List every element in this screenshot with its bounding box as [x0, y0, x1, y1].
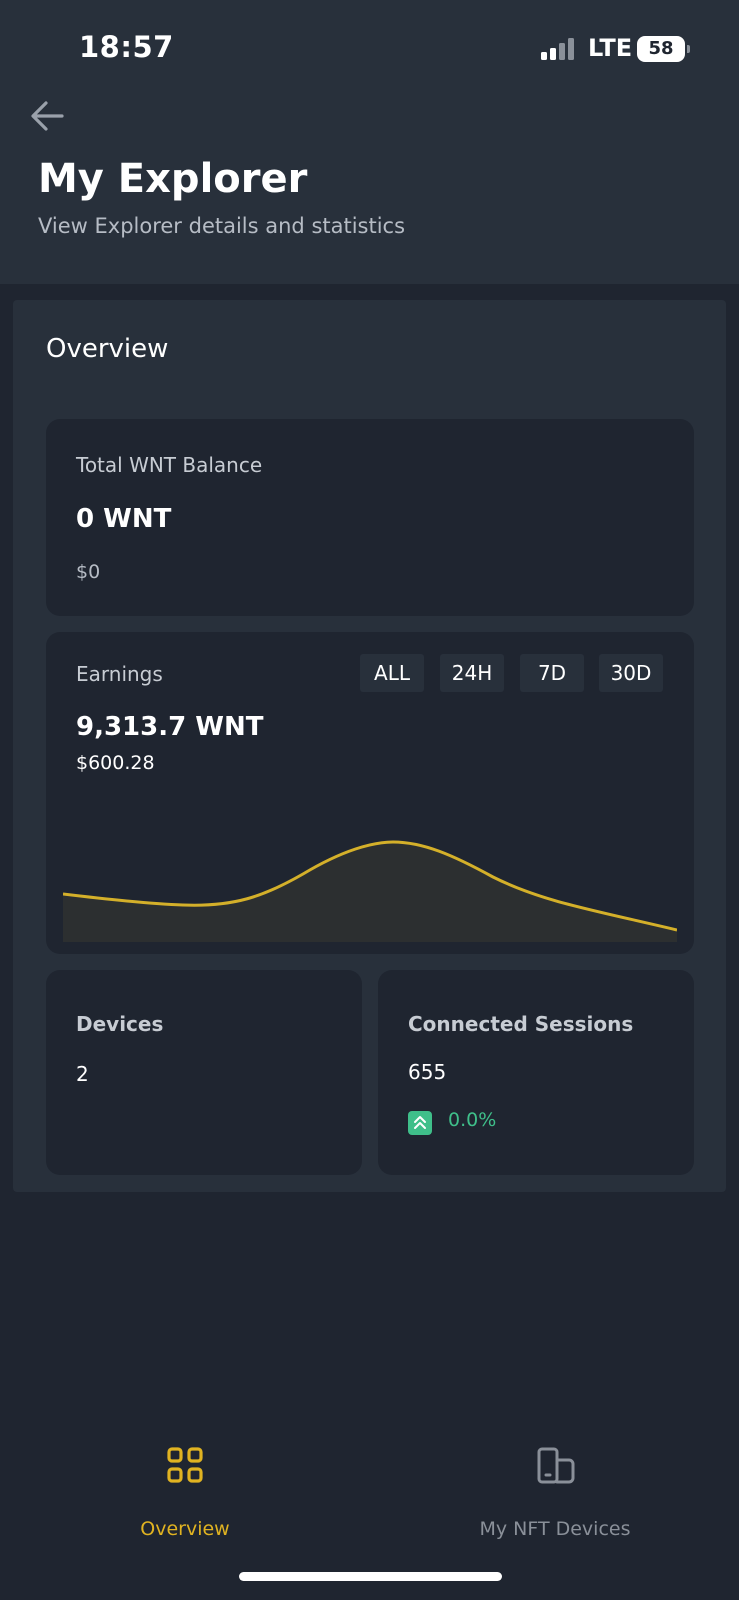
section-title: Overview [46, 334, 169, 364]
range-30d-button[interactable]: 30D [599, 654, 663, 692]
earnings-label: Earnings [76, 662, 163, 686]
balance-fiat: $0 [76, 561, 101, 583]
header: 18:57 LTE 58 My Explorer View Explorer d… [0, 0, 739, 284]
page-subtitle: View Explorer details and statistics [38, 214, 406, 238]
range-7d-button[interactable]: 7D [520, 654, 584, 692]
sessions-change: 0.0% [448, 1109, 497, 1131]
tab-my-nft-devices-label: My NFT Devices [479, 1518, 631, 1540]
earnings-fiat: $600.28 [76, 752, 155, 774]
home-indicator[interactable] [239, 1572, 502, 1581]
balance-label: Total WNT Balance [76, 453, 263, 477]
earnings-amount: 9,313.7 WNT [76, 712, 264, 742]
chevron-up-icon [408, 1111, 432, 1135]
arrow-left-icon [31, 101, 64, 131]
battery-tip [687, 45, 690, 53]
range-all-button[interactable]: ALL [360, 654, 424, 692]
status-time: 18:57 [79, 30, 174, 64]
earnings-card: Earnings ALL 24H 7D 30D 9,313.7 WNT $600… [46, 632, 694, 954]
signal-icon [541, 38, 577, 60]
sessions-value: 655 [408, 1060, 447, 1084]
earnings-area [63, 842, 677, 942]
grid-icon [167, 1447, 203, 1483]
balance-amount: 0 WNT [76, 504, 172, 534]
balance-card: Total WNT Balance 0 WNT $0 [46, 419, 694, 616]
devices-label: Devices [76, 1012, 164, 1036]
range-24h-button[interactable]: 24H [440, 654, 504, 692]
tab-my-nft-devices[interactable]: My NFT Devices [460, 1420, 650, 1560]
sessions-label: Connected Sessions [408, 1012, 634, 1036]
devices-value: 2 [76, 1062, 89, 1086]
devices-card: Devices 2 [46, 970, 362, 1175]
sessions-card: Connected Sessions 655 0.0% [378, 970, 694, 1175]
devices-icon [537, 1447, 575, 1484]
network-type: LTE [588, 34, 633, 62]
back-button[interactable] [28, 96, 68, 136]
tab-overview[interactable]: Overview [100, 1420, 270, 1560]
page-title: My Explorer [38, 156, 308, 202]
battery-icon: 58 [637, 36, 685, 62]
earnings-chart [63, 840, 677, 942]
tab-overview-label: Overview [140, 1518, 230, 1540]
